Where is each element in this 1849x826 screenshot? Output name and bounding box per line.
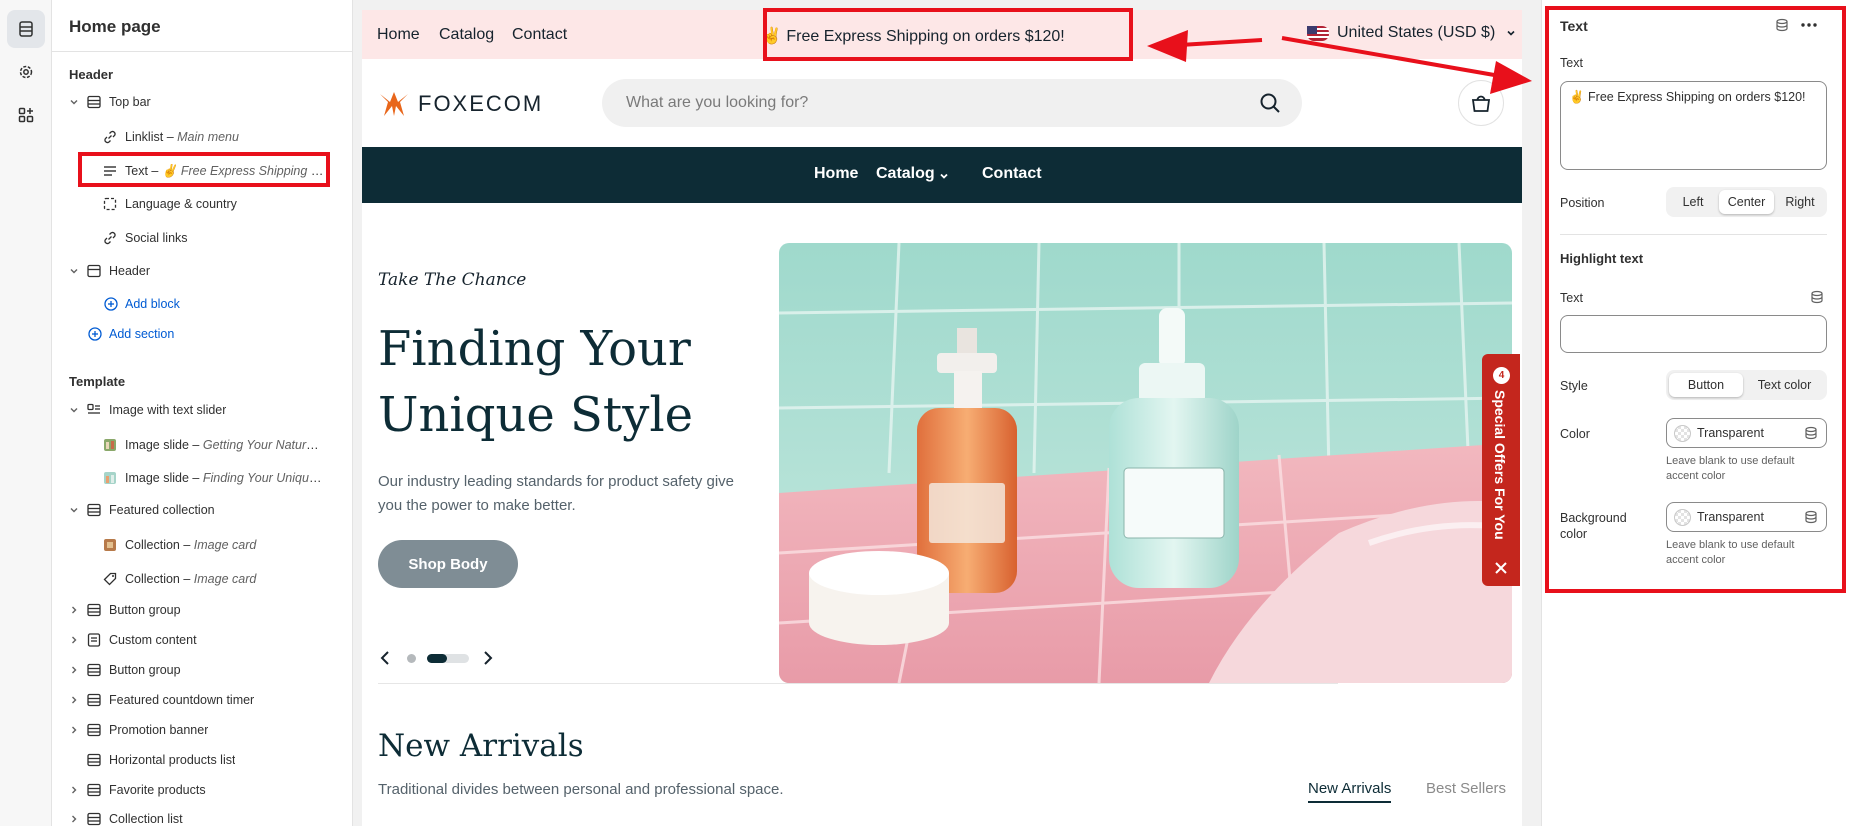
arrow-to-announcement	[1147, 30, 1263, 62]
arrow-to-settings-panel	[1281, 36, 1532, 94]
settings-highlight-annotation	[1545, 6, 1846, 593]
